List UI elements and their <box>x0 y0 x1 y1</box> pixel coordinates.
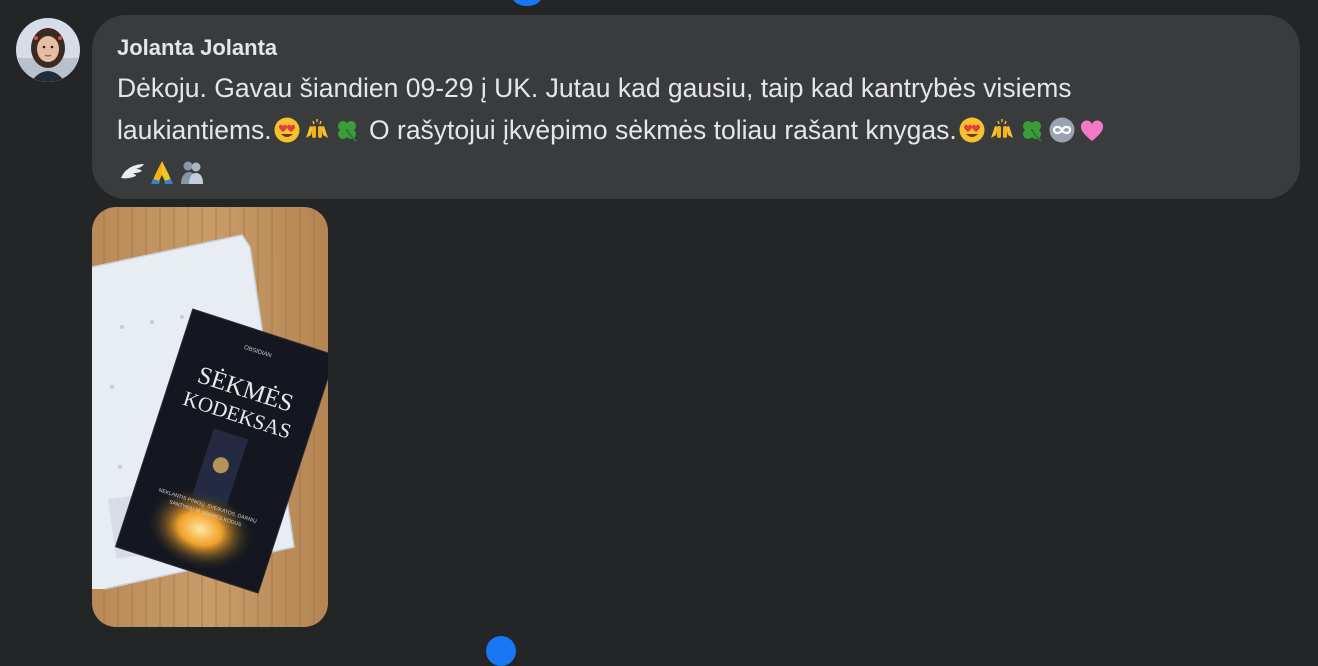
avatar-image <box>16 18 80 82</box>
book-photo-image: OBSIDIAN SĖKMĖS KODEKSAS NEKLANTIS PINIG… <box>92 207 328 627</box>
four-leaf-clover-icon <box>1018 116 1046 144</box>
folded-hands-icon <box>148 158 176 186</box>
comment-text-line1: Dėkoju. Gavau šiandien 09-29 į UK. Jutau… <box>117 73 1072 103</box>
pink-heart-icon <box>1078 116 1106 144</box>
wing-icon <box>118 158 146 186</box>
heart-eyes-icon <box>273 116 301 144</box>
comment-author[interactable]: Jolanta Jolanta <box>117 35 277 61</box>
four-leaf-clover-icon <box>333 116 361 144</box>
comment-bubble: Jolanta Jolanta Dėkoju. Gavau šiandien 0… <box>92 15 1300 199</box>
comment-text: Dėkoju. Gavau šiandien 09-29 į UK. Jutau… <box>117 67 1282 193</box>
raising-hands-icon <box>303 116 331 144</box>
avatar[interactable] <box>16 18 80 82</box>
hugging-people-icon <box>178 158 206 186</box>
heart-eyes-icon <box>958 116 986 144</box>
infinity-icon <box>1048 116 1076 144</box>
reaction-badge-bottom[interactable] <box>486 636 516 666</box>
comment-text-line2a: laukiantiems. <box>117 115 272 145</box>
reaction-badge-top[interactable] <box>512 0 542 6</box>
comment-text-line2b: O rašytojui įkvėpimo sėkmės toliau rašan… <box>361 115 957 145</box>
attached-photo[interactable]: OBSIDIAN SĖKMĖS KODEKSAS NEKLANTIS PINIG… <box>92 207 328 627</box>
raising-hands-icon <box>988 116 1016 144</box>
